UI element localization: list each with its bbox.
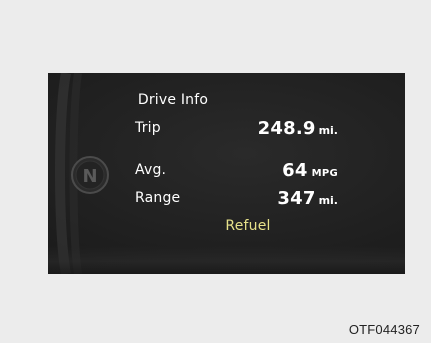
drive-info-row-trip: Trip 248.9 mi. [0,118,431,142]
trip-unit: mi. [318,124,338,137]
avg-number: 64 [282,160,308,181]
range-unit: mi. [318,194,338,207]
figure-code: OTF044367 [348,322,420,337]
avg-value: 64 MPG [0,160,338,181]
trip-number: 248.9 [257,118,316,139]
trip-value: 248.9 mi. [0,118,338,139]
drive-info-row-range: Range 347 mi. [0,188,431,212]
drive-info-row-avg: Avg. 64 MPG [0,160,431,184]
panel-bottom-band [48,246,405,274]
drive-info-title: Drive Info [137,92,209,108]
range-value: 347 mi. [0,188,338,209]
refuel-warning: Refuel [225,218,271,234]
avg-unit: MPG [311,168,338,179]
range-number: 347 [277,188,316,209]
